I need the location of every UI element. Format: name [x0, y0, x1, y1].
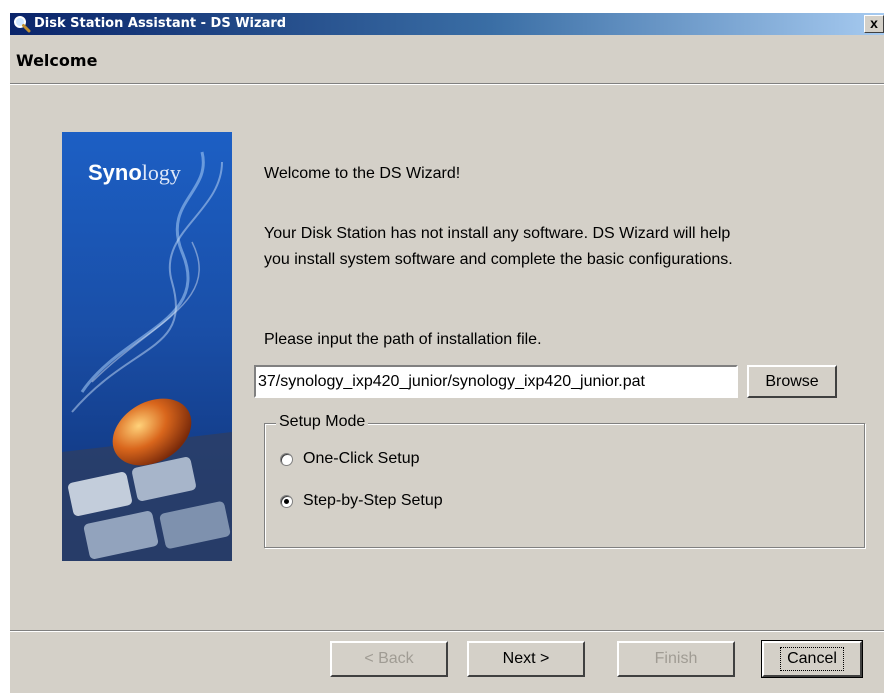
window-title: Disk Station Assistant - DS Wizard [34, 16, 287, 31]
synology-banner-image: Synology [62, 132, 232, 561]
welcome-heading: Welcome to the DS Wizard! [264, 165, 461, 182]
next-button[interactable]: Next > [467, 641, 585, 677]
radio-label-step-by-step: Step-by-Step Setup [303, 492, 443, 509]
radio-label-one-click: One-Click Setup [303, 450, 420, 467]
footer-divider [10, 630, 884, 632]
setup-mode-legend: Setup Mode [276, 413, 369, 431]
cancel-button-label: Cancel [780, 647, 844, 671]
path-prompt-label: Please input the path of installation fi… [264, 331, 542, 348]
radio-button-unchecked[interactable] [280, 452, 293, 466]
close-button[interactable]: x [864, 15, 884, 33]
description-line-2: you install system software and complete… [264, 251, 733, 268]
banner-logo-text: Synology [88, 160, 181, 185]
back-button[interactable]: < Back [330, 641, 448, 677]
title-bar[interactable]: Disk Station Assistant - DS Wizard x [10, 13, 884, 35]
finish-button[interactable]: Finish [617, 641, 735, 677]
header-divider [10, 83, 884, 85]
setup-mode-group [264, 423, 865, 548]
description-line-1: Your Disk Station has not install any so… [264, 225, 731, 242]
radio-button-checked[interactable] [280, 494, 293, 508]
installation-path-input[interactable] [254, 365, 738, 398]
cancel-button[interactable]: Cancel [761, 640, 863, 678]
radio-one-click-setup[interactable]: One-Click Setup [280, 450, 420, 468]
radio-step-by-step-setup[interactable]: Step-by-Step Setup [280, 492, 443, 510]
magnifier-icon [13, 15, 31, 33]
browse-button[interactable]: Browse [747, 365, 837, 398]
wizard-window: Disk Station Assistant - DS Wizard x Wel… [10, 13, 884, 693]
page-title: Welcome [16, 51, 98, 70]
